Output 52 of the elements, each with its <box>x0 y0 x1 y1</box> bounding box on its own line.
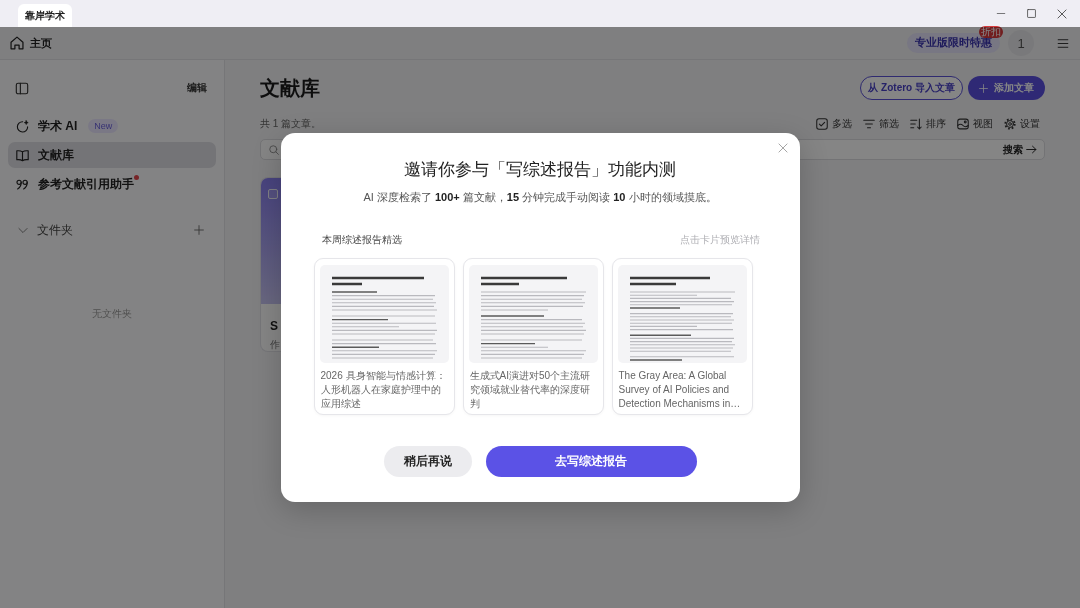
quote-icon <box>16 177 29 191</box>
edit-button[interactable]: 编辑 <box>187 81 207 95</box>
plus-icon[interactable] <box>194 225 204 235</box>
arrow-right-icon <box>1026 145 1037 154</box>
maximize-icon[interactable] <box>1027 9 1036 18</box>
app-tab[interactable]: 靠岸学术 <box>18 4 72 27</box>
search-icon <box>269 144 279 155</box>
toolbar-button[interactable]: 排序 <box>910 117 946 131</box>
import-button[interactable]: 从 Zotero 导入文章 <box>860 76 963 100</box>
toolbar-button[interactable]: 筛选 <box>863 117 899 131</box>
dismiss-button[interactable]: 稍后再说 <box>383 446 472 477</box>
sidebar-item[interactable]: 文献库 <box>8 142 216 168</box>
report-title: 生成式AI演进对50个主流研究领域就业替代率的深度研判 <box>468 369 592 411</box>
discount-badge: 折扣 <box>979 26 1003 38</box>
sort-icon <box>910 118 922 130</box>
picture-icon <box>957 118 969 130</box>
close-icon[interactable] <box>1057 8 1067 19</box>
toolbar-button[interactable]: 多选 <box>816 117 852 131</box>
book-icon <box>16 148 29 162</box>
report-card[interactable]: 生成式AI演进对50个主流研究领域就业替代率的深度研判 <box>462 258 604 415</box>
minimize-icon[interactable] <box>996 13 1006 14</box>
dialog-subtitle: AI 深度检索了 100+ 篇文献，15 分钟完成手动阅读 10 小时的领域摸底。 <box>363 190 717 205</box>
checkbox-icon <box>816 118 828 130</box>
page-title: 文献库 <box>260 75 320 101</box>
sidebar-toggle-icon[interactable] <box>15 81 29 95</box>
article-meta: 作 <box>270 338 280 351</box>
search-button[interactable]: 搜索 <box>1003 142 1037 157</box>
article-title: S <box>270 318 278 334</box>
toolbar-button[interactable]: 视图 <box>957 117 993 131</box>
article-count: 共 1 篇文章。 <box>260 117 322 131</box>
report-card[interactable]: The Gray Area: A Global Survey of AI Policies and Detection Mechanisms in… <box>611 258 753 415</box>
menu-icon[interactable] <box>1057 37 1069 49</box>
plus-icon <box>979 83 988 93</box>
sidebar-item[interactable]: 学术 AI New <box>8 113 216 139</box>
avatar-button[interactable]: 1 <box>1008 30 1034 56</box>
toolbar-button[interactable]: 设置 <box>1004 117 1040 131</box>
circle-sparkle-icon <box>16 119 29 133</box>
new-badge: New <box>88 119 119 133</box>
report-title: 2026 具身智能与情感计算：人形机器人在家庭护理中的应用综述 <box>319 369 447 411</box>
sidebar-item[interactable]: 参考文献引用助手 <box>8 171 216 197</box>
hint-text: 点击卡片预览详情 <box>679 233 760 247</box>
dialog-title: 邀请你参与「写综述报告」功能内测 <box>404 159 676 181</box>
home-button[interactable]: 主页 <box>10 35 52 51</box>
start-writing-button[interactable]: 去写综述报告 <box>485 446 697 477</box>
filter-icon <box>863 118 875 130</box>
report-card[interactable]: 2026 具身智能与情感计算：人形机器人在家庭护理中的应用综述 <box>313 258 455 415</box>
add-article-button[interactable]: 添加文章 <box>968 76 1045 100</box>
home-icon <box>10 36 24 50</box>
section-label: 本周综述报告精选 <box>321 233 402 247</box>
settings-icon <box>1004 118 1016 130</box>
report-title: The Gray Area: A Global Survey of AI Policies and Detection Mechanisms in… <box>617 369 742 411</box>
folders-toggle[interactable]: 文件夹 <box>18 221 73 239</box>
